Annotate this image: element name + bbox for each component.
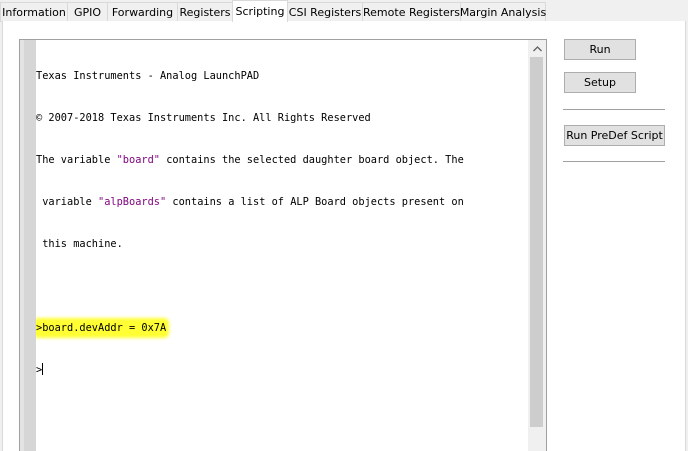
console-intro-line: this machine. xyxy=(36,238,123,250)
run-button[interactable]: Run xyxy=(564,39,636,60)
tab-csi-registers[interactable]: CSI Registers xyxy=(287,2,363,21)
console-vertical-scrollbar[interactable] xyxy=(528,40,546,451)
separator xyxy=(563,109,665,110)
console-command-line: >board.devAddr = 0x7A xyxy=(36,321,529,335)
console-intro-line: variable "alpBoards" contains a list of … xyxy=(36,196,464,208)
console-text[interactable]: Texas Instruments - Analog LaunchPAD © 2… xyxy=(36,41,529,451)
board-string: "board" xyxy=(116,154,160,166)
console-gutter xyxy=(20,40,36,451)
console-header-line: Texas Instruments - Analog LaunchPAD xyxy=(36,70,260,82)
tab-information[interactable]: Information xyxy=(0,2,68,21)
run-predef-script-button[interactable]: Run PreDef Script xyxy=(564,125,665,146)
console-prompt-line[interactable]: > xyxy=(36,363,529,377)
script-console[interactable]: Texas Instruments - Analog LaunchPAD © 2… xyxy=(19,39,547,451)
console-intro-line: The variable "board" contains the select… xyxy=(36,154,464,166)
tab-margin-analysis[interactable]: Margin Analysis xyxy=(460,2,546,21)
tab-registers[interactable]: Registers xyxy=(177,2,233,21)
chevron-up-icon[interactable] xyxy=(529,40,546,57)
setup-button[interactable]: Setup xyxy=(564,72,636,93)
tab-scripting[interactable]: Scripting xyxy=(232,0,288,22)
text-caret xyxy=(42,363,44,375)
tab-strip: Information GPIO Forwarding Registers Sc… xyxy=(0,0,688,22)
scrollbar-thumb[interactable] xyxy=(530,57,543,427)
tab-gpio[interactable]: GPIO xyxy=(67,2,108,21)
console-copyright-line: © 2007-2018 Texas Instruments Inc. All R… xyxy=(36,112,371,124)
tab-remote-registers[interactable]: Remote Registers xyxy=(362,2,461,21)
separator xyxy=(563,161,665,162)
tab-forwarding[interactable]: Forwarding xyxy=(107,2,178,21)
alpboards-string: "alpBoards" xyxy=(98,196,167,208)
highlighted-command: >board.devAddr = 0x7A xyxy=(36,321,167,335)
